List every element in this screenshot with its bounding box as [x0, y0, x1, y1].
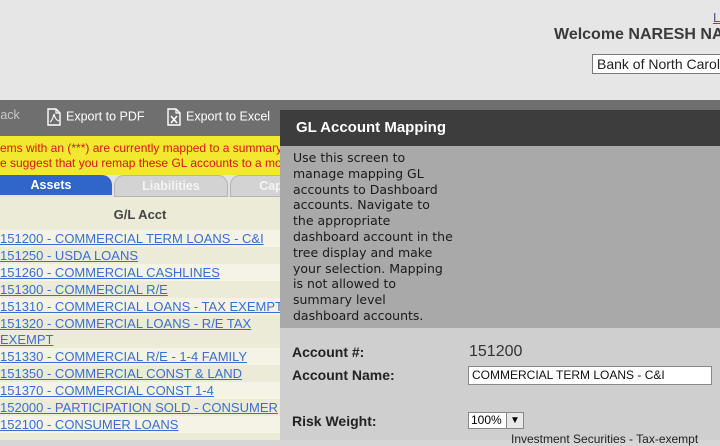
welcome-message: Welcome NARESH NA: [554, 26, 720, 43]
export-excel-button[interactable]: Export to Excel: [166, 108, 270, 126]
export-excel-label: Export to Excel: [186, 109, 271, 124]
back-button[interactable]: Back: [0, 108, 20, 122]
bank-selector[interactable]: Bank of North Carol: [592, 54, 720, 74]
gl-account-list: 151200 - COMMERCIAL TERM LOANS - C&I 151…: [0, 230, 280, 433]
excel-icon: [167, 108, 181, 126]
warning-line-1: ems with an (***) are currently mapped t…: [0, 141, 280, 155]
dialog-instructions: Use this screen to manage mapping GL acc…: [280, 146, 720, 328]
pdf-icon: [47, 108, 61, 126]
gl-account-link[interactable]: 151310 - COMMERCIAL LOANS - TAX EXEMPT: [0, 298, 280, 315]
app-header: L Welcome NARESH NA Bank of North Carol: [0, 0, 720, 100]
gl-account-link[interactable]: 151300 - COMMERCIAL R/E: [0, 281, 280, 298]
chevron-down-icon[interactable]: ▼: [506, 413, 523, 428]
export-pdf-button[interactable]: Export to PDF: [46, 108, 145, 126]
account-number-label: Account #:: [292, 344, 365, 360]
logout-link[interactable]: L: [713, 10, 720, 25]
instructions-text: Use this screen to manage mapping GL acc…: [293, 150, 453, 323]
gl-account-link[interactable]: 151250 - USDA LOANS: [0, 247, 280, 264]
tab-capital[interactable]: Cap: [230, 175, 280, 197]
gl-account-panel: ems with an (***) are currently mapped t…: [0, 136, 280, 440]
gl-account-link[interactable]: 151320 - COMMERCIAL LOANS - R/E TAX EXEM…: [0, 315, 280, 348]
gl-account-link[interactable]: 151370 - COMMERCIAL CONST 1-4: [0, 382, 280, 399]
risk-weight-label: Risk Weight:: [292, 413, 377, 429]
gl-account-link[interactable]: 151260 - COMMERCIAL CASHLINES: [0, 264, 280, 281]
mapping-warning: ems with an (***) are currently mapped t…: [0, 136, 280, 175]
gl-account-mapping-dialog: GL Account Mapping Use this screen to ma…: [280, 110, 720, 446]
gl-account-link[interactable]: 151330 - COMMERCIAL R/E - 1-4 FAMILY: [0, 348, 280, 365]
account-number-value: 151200: [469, 343, 523, 360]
dialog-title: GL Account Mapping: [280, 110, 720, 146]
risk-weight-value: 100%: [471, 413, 502, 427]
tab-assets[interactable]: Assets: [0, 175, 112, 195]
account-name-field[interactable]: COMMERCIAL TERM LOANS - C&I: [468, 366, 712, 385]
gl-account-link[interactable]: 151350 - COMMERCIAL CONST & LAND: [0, 365, 280, 382]
warning-line-2: e suggest that you remap these GL accoun…: [0, 156, 280, 170]
account-name-label: Account Name:: [292, 367, 395, 383]
gl-account-link[interactable]: 151200 - COMMERCIAL TERM LOANS - C&I: [0, 230, 280, 247]
account-type-tabs: Assets Liabilities Cap: [0, 175, 280, 197]
gl-account-link[interactable]: 152100 - CONSUMER LOANS: [0, 416, 280, 433]
gl-account-link[interactable]: 152000 - PARTICIPATION SOLD - CONSUMER: [0, 399, 280, 416]
gl-acct-column-header: G/L Acct: [0, 197, 280, 230]
export-pdf-label: Export to PDF: [66, 109, 145, 124]
tree-node-item[interactable]: Investment Securities - Tax-exempt: [511, 432, 698, 446]
tab-liabilities[interactable]: Liabilities: [114, 175, 228, 197]
risk-weight-select[interactable]: 100% ▼: [468, 412, 524, 429]
